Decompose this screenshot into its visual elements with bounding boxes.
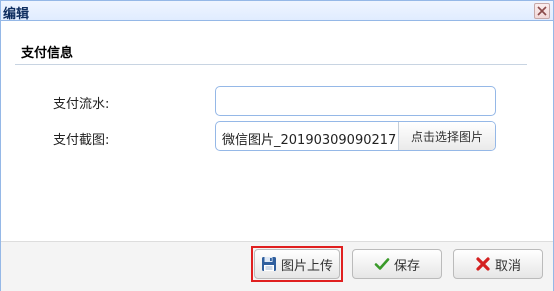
save-button[interactable]: 保存 (352, 249, 442, 279)
choose-image-button[interactable]: 点击选择图片 (398, 122, 495, 150)
cancel-label: 取消 (494, 258, 521, 274)
screenshot-filename: 微信图片_20190309090217 (222, 133, 397, 148)
close-icon (537, 6, 547, 16)
payment-serial-label: 支付流水: (53, 97, 110, 112)
save-label: 保存 (393, 258, 420, 274)
red-x-icon (476, 257, 490, 271)
checkmark-icon (374, 258, 390, 270)
upload-image-button[interactable]: 图片上传 (254, 249, 340, 279)
dialog-footer: 图片上传 保存 取消 (1, 241, 553, 291)
payment-screenshot-label: 支付截图: (53, 133, 110, 148)
section-title: 支付信息 (21, 46, 74, 61)
cancel-button[interactable]: 取消 (453, 249, 543, 279)
dialog-title: 编辑 (3, 7, 30, 22)
payment-screenshot-filebox[interactable]: 微信图片_20190309090217 点击选择图片 (215, 121, 496, 151)
upload-image-label: 图片上传 (280, 258, 333, 274)
section-divider (15, 64, 527, 65)
floppy-disk-icon (261, 257, 276, 271)
close-button[interactable] (534, 3, 550, 19)
edit-dialog: 编辑 支付信息 支付流水: 支付截图: 微信图片_20190309090217 … (0, 0, 554, 291)
dialog-titlebar[interactable]: 编辑 (1, 1, 553, 22)
payment-serial-input[interactable] (215, 86, 496, 116)
dialog-content: 支付信息 支付流水: 支付截图: 微信图片_20190309090217 点击选… (1, 22, 553, 240)
